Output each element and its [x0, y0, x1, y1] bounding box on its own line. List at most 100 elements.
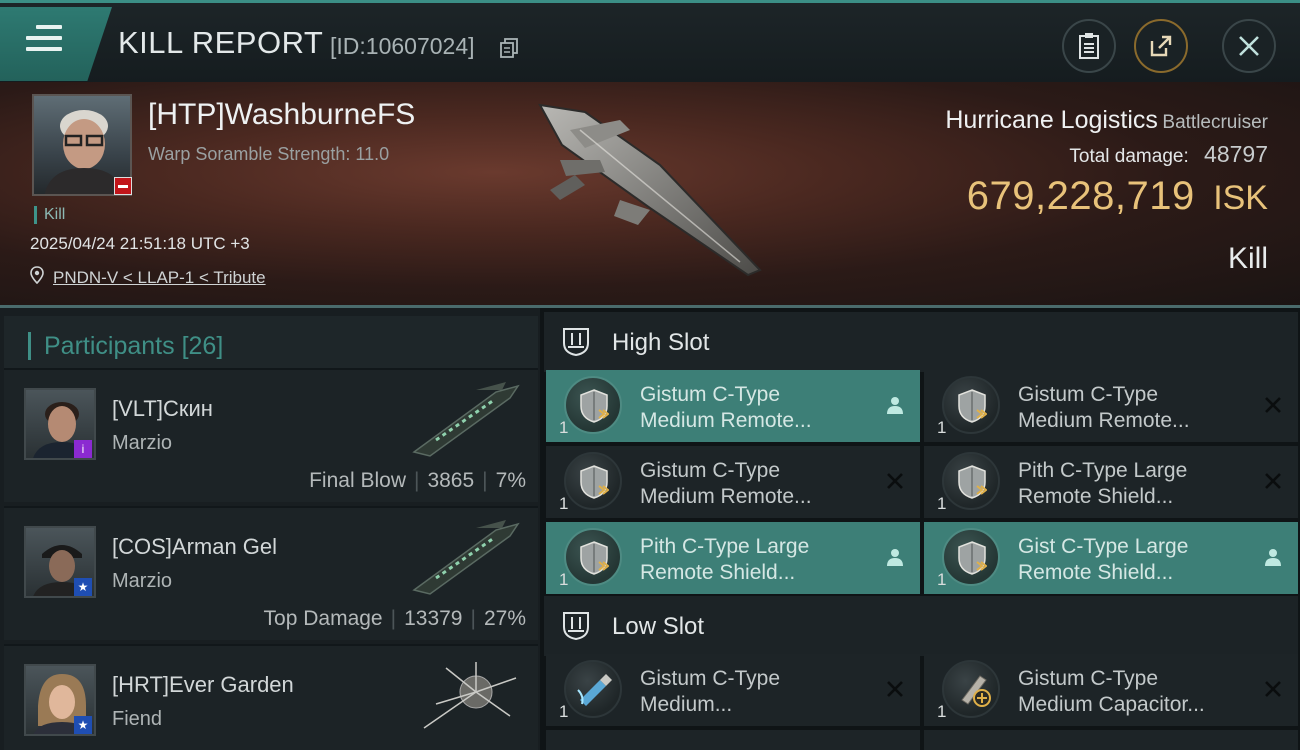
shield-module-icon: [564, 376, 622, 434]
module-name: Gistum C-Type Medium Remote...: [640, 382, 870, 434]
participants-label: Participants [26]: [28, 332, 223, 360]
module-card[interactable]: 1 Gistum C-Type Medium Capacitor...: [924, 654, 1298, 726]
participant-ship-image: [412, 520, 520, 595]
stat-label: Final Blow: [309, 469, 406, 492]
module-name-line2: Medium Capacitor...: [1018, 693, 1205, 716]
module-name: Gistum C-Type Medium...: [640, 666, 870, 718]
module-name-line1: Gist C-Type Large: [1018, 535, 1189, 558]
power-module-icon: [564, 660, 622, 718]
ship-name[interactable]: Hurricane Logistics: [945, 106, 1158, 134]
person-icon[interactable]: [884, 546, 906, 568]
capacitor-module-icon: [942, 660, 1000, 718]
module-name: Pith C-Type Large Remote Shield...: [640, 534, 870, 586]
total-damage-value: 48797: [1204, 141, 1268, 167]
x-icon[interactable]: [884, 470, 906, 492]
security-status-badge: [114, 177, 132, 195]
module-name-line2: Medium Remote...: [1018, 409, 1190, 432]
participant-name: [VLT]Скин: [112, 396, 213, 421]
share-icon: [1150, 35, 1172, 57]
victim-name[interactable]: [HTP]WashburneFS: [148, 98, 415, 132]
module-name-line1: Gistum C-Type: [640, 459, 781, 482]
x-icon[interactable]: [1262, 394, 1284, 416]
damage-percent: 27%: [483, 607, 526, 630]
module-card[interactable]: 1 Pith C-Type Large Remote Shield...: [924, 446, 1298, 518]
module-card[interactable]: 1 Gistum C-Type Medium...: [546, 654, 920, 726]
module-name-line1: Gistum C-Type: [640, 383, 781, 406]
shield-module-icon: [942, 376, 1000, 434]
person-icon[interactable]: [1262, 546, 1284, 568]
x-icon[interactable]: [1262, 470, 1284, 492]
module-quantity: 1: [559, 702, 569, 721]
ship-class: Battlecruiser: [1162, 112, 1268, 133]
close-icon: [1239, 36, 1259, 56]
module-name: Pith C-Type Large Remote Shield...: [1018, 458, 1248, 510]
participant-ship-image: [423, 662, 517, 729]
location-link[interactable]: PNDN-V < LLAP-1 < Tribute: [53, 268, 266, 288]
victim-summary: [HTP]WashburneFS Warp Soramble Strength:…: [0, 82, 1300, 308]
x-icon[interactable]: [1262, 678, 1284, 700]
menu-icon[interactable]: [26, 25, 62, 55]
victim-ship-image: [538, 103, 762, 277]
fitting-panel: High Slot 1 Gistum C-Type Medium Remote..…: [540, 308, 1300, 750]
result-label: Kill: [1227, 242, 1268, 275]
shield-module-icon: [942, 452, 1000, 510]
participant-ship: Marzio: [112, 432, 173, 454]
module-name-line1: Gistum C-Type: [1018, 383, 1159, 406]
module-card[interactable]: 1 Gistum C-Type Medium Remote...: [924, 370, 1298, 442]
high-slot-title: High Slot: [612, 329, 710, 356]
damage-percent: 7%: [495, 469, 526, 492]
module-card[interactable]: 1 Pith C-Type Large Remote Shield...: [546, 522, 920, 594]
module-name: Gistum C-Type Medium Remote...: [1018, 382, 1248, 434]
module-name-line2: Remote Shield...: [1018, 485, 1174, 508]
module-quantity: 1: [559, 418, 569, 437]
isk-value: 679,228,719: [966, 174, 1195, 218]
participant-stats: Final Blow | 3865 | 7%: [309, 469, 526, 492]
copy-icon[interactable]: [500, 38, 518, 58]
module-name: Gistum C-Type Medium Capacitor...: [1018, 666, 1248, 718]
module-card[interactable]: 1 Gistum C-Type Medium Remote...: [546, 370, 920, 442]
module-name-line1: Gistum C-Type: [640, 667, 781, 690]
low-slot-icon: [563, 612, 589, 641]
module-name-line2: Medium Remote...: [640, 485, 812, 508]
module-quantity: 1: [937, 418, 947, 437]
module-card[interactable]: 1 Gistum C-Type Medium Remote...: [546, 446, 920, 518]
shield-module-icon: [564, 528, 622, 586]
shield-module-icon: [942, 528, 1000, 586]
clipboard-button[interactable]: [1062, 19, 1116, 73]
damage-value: 3865: [427, 469, 475, 492]
isk-currency: ISK: [1213, 179, 1268, 217]
module-quantity: 1: [559, 570, 569, 589]
module-card-partial[interactable]: [546, 730, 920, 750]
ship-info: Hurricane Logistics Battlecruiser Total …: [945, 106, 1268, 219]
page-title: KILL REPORT: [118, 25, 324, 60]
kill-tag: Kill: [34, 206, 65, 224]
clipboard-icon: [1079, 33, 1099, 59]
module-name: Gistum C-Type Medium Remote...: [640, 458, 870, 510]
damage-value: 13379: [404, 607, 463, 630]
participants-title: Participants: [44, 332, 175, 360]
kill-id: [ID:10607024]: [330, 33, 475, 59]
participant-row[interactable]: i [VLT]Скин Marzio Final Blow | 3865 | 7%: [4, 368, 538, 502]
kill-timestamp: 2025/04/24 21:51:18 UTC +3: [30, 234, 250, 253]
participant-ship: Fiend: [112, 708, 163, 730]
module-name: Gist C-Type Large Remote Shield...: [1018, 534, 1248, 586]
top-bar: KILL REPORT [ID:10607024]: [0, 0, 1300, 82]
module-name-line2: Medium Remote...: [640, 409, 812, 432]
high-slot-header: High Slot: [544, 312, 1298, 372]
participant-row[interactable]: ★ [HRT]Ever Garden Fiend: [4, 644, 538, 750]
module-card-partial[interactable]: [924, 730, 1298, 750]
module-card[interactable]: 1 Gist C-Type Large Remote Shield...: [924, 522, 1298, 594]
share-button[interactable]: [1134, 19, 1188, 73]
participants-count: [26]: [181, 332, 224, 360]
low-slot-header: Low Slot: [544, 596, 1298, 656]
participant-stats: Top Damage | 13379 | 27%: [263, 607, 526, 630]
module-name-line2: Remote Shield...: [1018, 561, 1174, 584]
x-icon[interactable]: [884, 678, 906, 700]
participant-row[interactable]: ★ [COS]Arman Gel Marzio Top Damage | 13379…: [4, 506, 538, 640]
high-slot-icon: [563, 328, 589, 357]
module-quantity: 1: [559, 494, 569, 513]
close-button[interactable]: [1222, 19, 1276, 73]
module-quantity: 1: [937, 570, 947, 589]
person-icon[interactable]: [884, 394, 906, 416]
module-name-line2: Remote Shield...: [640, 561, 796, 584]
